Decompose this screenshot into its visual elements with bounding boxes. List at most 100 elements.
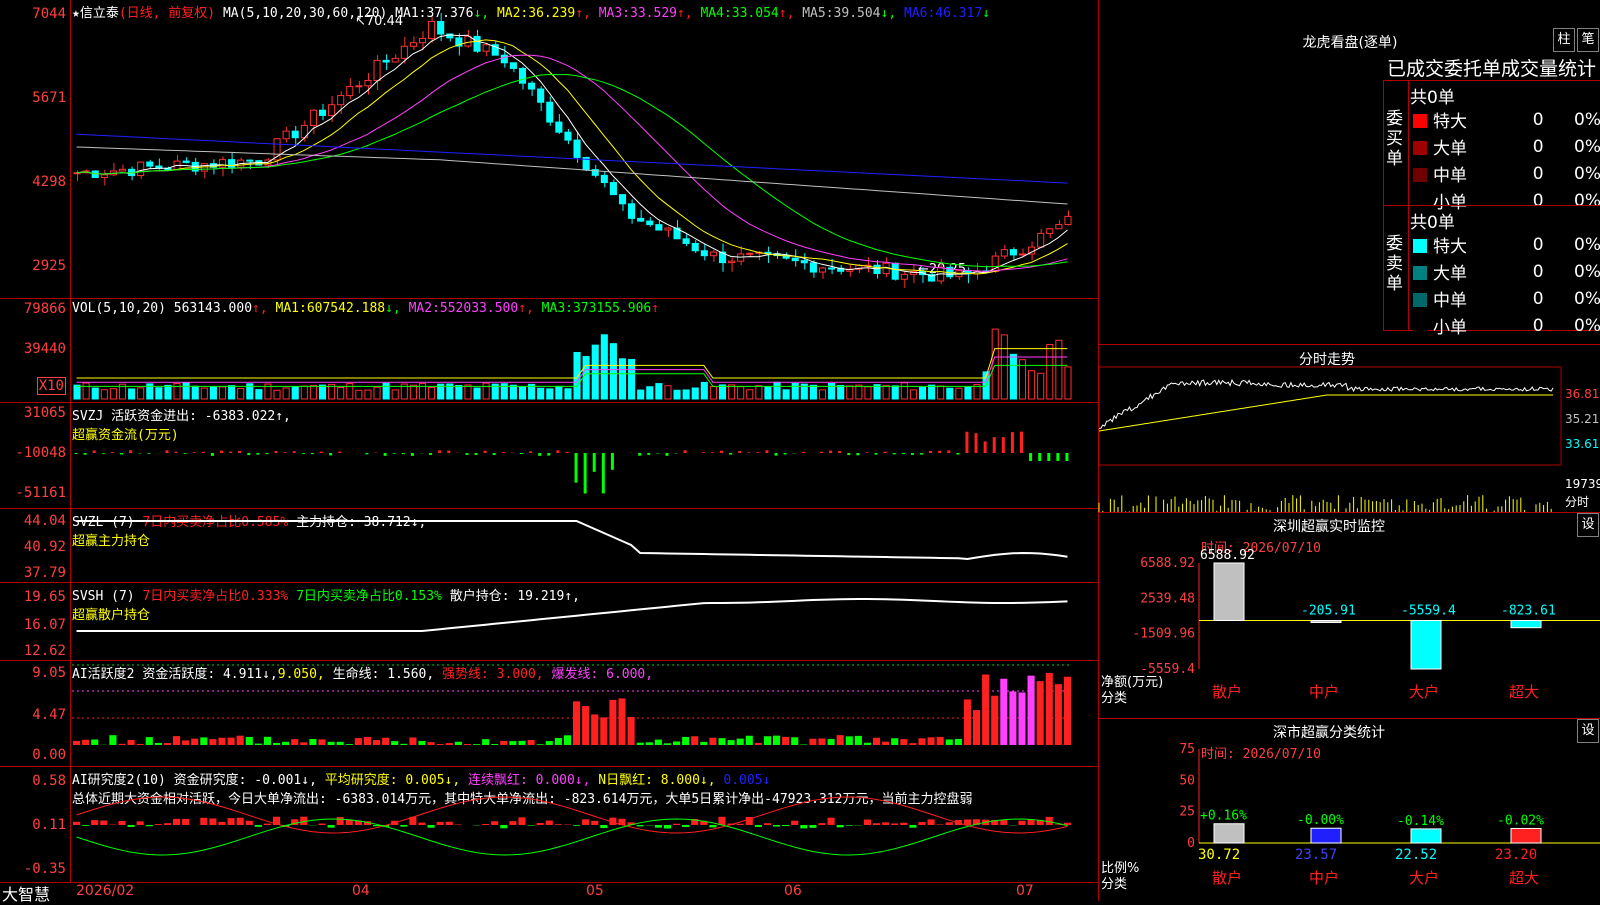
class-tick: 75 [1179, 742, 1195, 757]
dragon-subtitle: 已成交委托单成交量统计 [1387, 54, 1596, 81]
volume-bar [765, 387, 771, 399]
buy-row-xl: 特大00% [1412, 106, 1600, 133]
candle-body [365, 80, 371, 85]
svzj-panel[interactable]: 31065 -10048 -51161 SVZJ 活跃资金进出: -6383.0… [0, 402, 1098, 509]
ma-line [77, 75, 1068, 267]
flow-bar [256, 453, 259, 455]
activity-bar [282, 742, 289, 745]
flow-bar [584, 453, 587, 494]
flow-bar [611, 453, 614, 470]
class-value: 23.20 [1495, 847, 1537, 863]
tab-tick[interactable]: 笔 [1577, 28, 1599, 52]
volume-panel[interactable]: 79866 39440 X10 VOL(5,10,20) 563143.000↑… [0, 298, 1098, 403]
volume-bar [865, 387, 871, 399]
candle-body [283, 131, 289, 139]
activity-bar [755, 743, 762, 745]
research-bar [755, 825, 762, 827]
volume-bar [365, 390, 371, 399]
research-bar [682, 825, 689, 827]
volume-bar [483, 383, 489, 399]
class-category: 中户 [1309, 869, 1339, 887]
volume-bar [547, 389, 553, 399]
svsh-panel[interactable]: 19.65 16.07 12.62 SVSH (7) 7日内买卖净占比0.333… [0, 582, 1098, 661]
volume-axis: 79866 39440 X10 [0, 299, 71, 403]
sz-class-panel[interactable]: 深市超赢分类统计 设 时间: 2026/07/10 比例% 分类 7550250… [1098, 718, 1600, 901]
research-bar [73, 822, 80, 825]
class-value: 23.57 [1295, 847, 1337, 863]
candle-body [1065, 216, 1071, 224]
candle-body [619, 195, 625, 204]
ai1-axis: 9.05 4.47 0.00 [0, 661, 71, 767]
ma-line [77, 35, 1068, 276]
research-bar [864, 820, 871, 825]
candle-body [1001, 250, 1007, 256]
research-bar [555, 824, 562, 825]
activity-bar [1018, 692, 1025, 745]
sz-monitor-panel[interactable]: 深圳超赢实时监控 设 时间: 2026/07/10 净额(万元) 分类 6588… [1098, 512, 1600, 719]
research-bar [900, 823, 907, 825]
activity-bar [209, 739, 216, 745]
research-bar [718, 817, 725, 825]
flow-bar [1038, 453, 1041, 461]
research-bar [400, 825, 407, 827]
flow-bar [465, 453, 468, 455]
flow-bar [920, 453, 923, 455]
activity-bar [982, 674, 989, 745]
activity-bar [782, 737, 789, 745]
activity-bar [909, 743, 916, 745]
candle-body [356, 86, 362, 87]
activity-bar [973, 710, 980, 745]
color-swatch [1413, 320, 1427, 334]
flow-bar [802, 452, 805, 453]
research-bar [837, 825, 844, 827]
ai-research-panel[interactable]: 0.58 0.11 -0.35 AI研究度2(10) 资金研究度: -0.001… [0, 766, 1098, 883]
volume-bar [574, 352, 580, 399]
tab-bar[interactable]: 柱 [1553, 28, 1575, 52]
svzl-chart [72, 509, 1100, 583]
research-bar [764, 823, 771, 825]
activity-bar [500, 741, 507, 745]
volume-bar [238, 388, 244, 399]
ai-activity-panel[interactable]: 9.05 4.47 0.00 AI活跃度2 资金活跃度: 4.911↓,9.05… [0, 660, 1098, 767]
intraday-panel[interactable]: 分时走势 36.81 35.21 33.61 19739 分时 [1098, 344, 1600, 513]
research-bar [573, 825, 580, 826]
class-change: -0.14% [1397, 814, 1444, 829]
activity-bar [191, 739, 198, 745]
flow-bar [1011, 432, 1014, 453]
activity-bar [891, 738, 898, 745]
activity-bar [482, 739, 489, 745]
activity-bar [518, 741, 525, 745]
svzl-panel[interactable]: 44.04 40.92 37.79 SVZL (7) 7日内买卖净占比0.585… [0, 508, 1098, 583]
ai2-tick: 0.11 [32, 817, 66, 833]
activity-bar [273, 743, 280, 745]
class-change: +0.16% [1200, 809, 1247, 824]
activity-bar [428, 742, 435, 745]
volume-bar [1047, 344, 1053, 399]
research-bar [337, 817, 344, 825]
flow-bar [993, 437, 996, 453]
monitor-tick: 6588.92 [1140, 556, 1195, 571]
candle-body [501, 55, 507, 63]
price-tick: 5671 [32, 90, 66, 106]
flow-bar [502, 452, 505, 453]
research-bar [600, 825, 607, 828]
volume-bar [738, 387, 744, 399]
volume-bar [1065, 367, 1071, 399]
candle-body [374, 60, 380, 80]
activity-bar [846, 736, 853, 745]
volume-bar [856, 385, 862, 399]
activity-bar [82, 740, 89, 745]
flow-bar [747, 452, 750, 453]
monitor-tick: -1509.96 [1132, 627, 1195, 642]
brand-label: 大智慧 [2, 881, 50, 905]
volume-bar [465, 385, 471, 399]
volume-bar [1001, 335, 1007, 399]
research-bar [246, 821, 253, 825]
kline-panel[interactable]: 7044 5671 4298 2925 ★信立泰(日线, 前复权) MA(5,1… [0, 0, 1098, 298]
activity-bar [464, 744, 471, 745]
volume-bar [1038, 373, 1044, 399]
flow-bar [165, 450, 168, 453]
dragon-panel[interactable]: 龙虎看盘(逐单) 柱 笔 已成交委托单成交量统计 委买单 共0单 特大00% 大… [1098, 0, 1600, 344]
candle-body [338, 96, 344, 105]
volume-bar [610, 344, 616, 399]
